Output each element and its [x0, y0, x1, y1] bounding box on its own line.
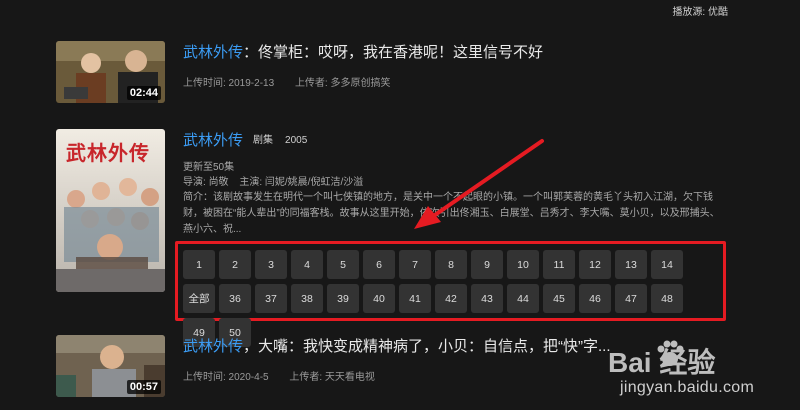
episode-button[interactable]: 3 — [255, 250, 287, 279]
video-title-text[interactable]: ，大嘴：我快变成精神病了，小贝：自信点，把“快”字... — [243, 338, 611, 355]
episode-button[interactable]: 41 — [399, 284, 431, 313]
show-year: 2005 — [285, 135, 308, 146]
baidu-jingyan-watermark: Bai 经验 jingyan.baidu.com — [598, 337, 788, 402]
video-meta: 上传时间: 2019-2-13 上传者: 多多原创搞笑 — [183, 74, 760, 89]
video-item[interactable]: 02:44 武林外传：佟掌柜：哎呀，我在香港呢！这里信号不好 上传时间: 201… — [56, 41, 760, 103]
episode-button[interactable]: 48 — [651, 284, 683, 313]
show-poster[interactable]: 武林外传 — [56, 129, 165, 292]
episode-button[interactable]: 1 — [183, 250, 215, 279]
watermark-url: jingyan.baidu.com — [620, 379, 755, 396]
episode-selector: 1 2 3 4 5 6 7 8 9 10 11 12 13 14 全部 36 3… — [175, 241, 726, 347]
show-title[interactable]: 武林外传 — [183, 132, 243, 149]
episode-button[interactable]: 44 — [507, 284, 539, 313]
video-title-brand[interactable]: 武林外传 — [183, 44, 243, 61]
video-thumbnail[interactable]: 02:44 — [56, 41, 165, 103]
video-thumbnail[interactable]: 00:57 — [56, 335, 165, 397]
credits: 导演: 尚敬 主演: 闫妮/姚晨/倪虹洁/沙溢 — [183, 175, 760, 190]
watermark-logo-text: Bai 经验 — [608, 347, 716, 378]
show-type-tag: 剧集 — [253, 135, 274, 146]
episode-button[interactable]: 45 — [543, 284, 575, 313]
cast-label: 主演: — [239, 177, 263, 188]
cast: 闫妮/姚晨/倪虹洁/沙溢 — [264, 177, 364, 188]
upload-time: 上传时间: 2020-4-5 — [183, 372, 269, 383]
episode-button[interactable]: 9 — [471, 250, 503, 279]
episode-button[interactable]: 11 — [543, 250, 575, 279]
director: 尚敬 — [208, 177, 229, 188]
video-title-brand[interactable]: 武林外传 — [183, 338, 243, 355]
director-label: 导演: — [183, 177, 206, 188]
episode-button[interactable]: 38 — [291, 284, 323, 313]
show-header: 武林外传 剧集 2005 — [183, 129, 760, 150]
episode-button[interactable]: 39 — [327, 284, 359, 313]
episode-button[interactable]: 43 — [471, 284, 503, 313]
episode-button[interactable]: 8 — [435, 250, 467, 279]
episode-button[interactable]: 6 — [363, 250, 395, 279]
show-synopsis: 简介：该剧故事发生在明代一个叫七侠镇的地方，是关中一个不起眼的小镇。一个叫郭芙蓉… — [183, 192, 720, 235]
episode-button[interactable]: 40 — [363, 284, 395, 313]
episode-button[interactable]: 36 — [219, 284, 251, 313]
episode-button[interactable]: 46 — [579, 284, 611, 313]
episode-button[interactable]: 37 — [255, 284, 287, 313]
uploader: 上传者: 天天看电视 — [289, 372, 375, 383]
episode-button[interactable]: 47 — [615, 284, 647, 313]
video-duration: 02:44 — [126, 86, 161, 100]
episode-button[interactable]: 42 — [435, 284, 467, 313]
episode-button[interactable]: 5 — [327, 250, 359, 279]
video-title-text[interactable]: ：佟掌柜：哎呀，我在香港呢！这里信号不好 — [243, 44, 543, 61]
episode-button[interactable]: 12 — [579, 250, 611, 279]
update-status: 更新至50集 — [183, 162, 235, 173]
episode-button[interactable]: 14 — [651, 250, 683, 279]
episode-button-all[interactable]: 全部 — [183, 284, 215, 313]
episode-grid: 1 2 3 4 5 6 7 8 9 10 11 12 13 14 全部 36 3… — [183, 250, 683, 347]
video-title[interactable]: 武林外传：佟掌柜：哎呀，我在香港呢！这里信号不好 — [183, 41, 760, 62]
video-duration: 00:57 — [126, 380, 161, 394]
uploader: 上传者: 多多原创搞笑 — [294, 78, 391, 89]
source-label: 播放源: 优酷 — [672, 7, 728, 18]
episode-button[interactable]: 7 — [399, 250, 431, 279]
upload-time: 上传时间: 2019-2-13 — [183, 78, 275, 89]
episode-button[interactable]: 13 — [615, 250, 647, 279]
poster-title: 武林外传 — [66, 141, 150, 165]
episode-button[interactable]: 2 — [219, 250, 251, 279]
episode-button[interactable]: 4 — [291, 250, 323, 279]
episode-button[interactable]: 10 — [507, 250, 539, 279]
